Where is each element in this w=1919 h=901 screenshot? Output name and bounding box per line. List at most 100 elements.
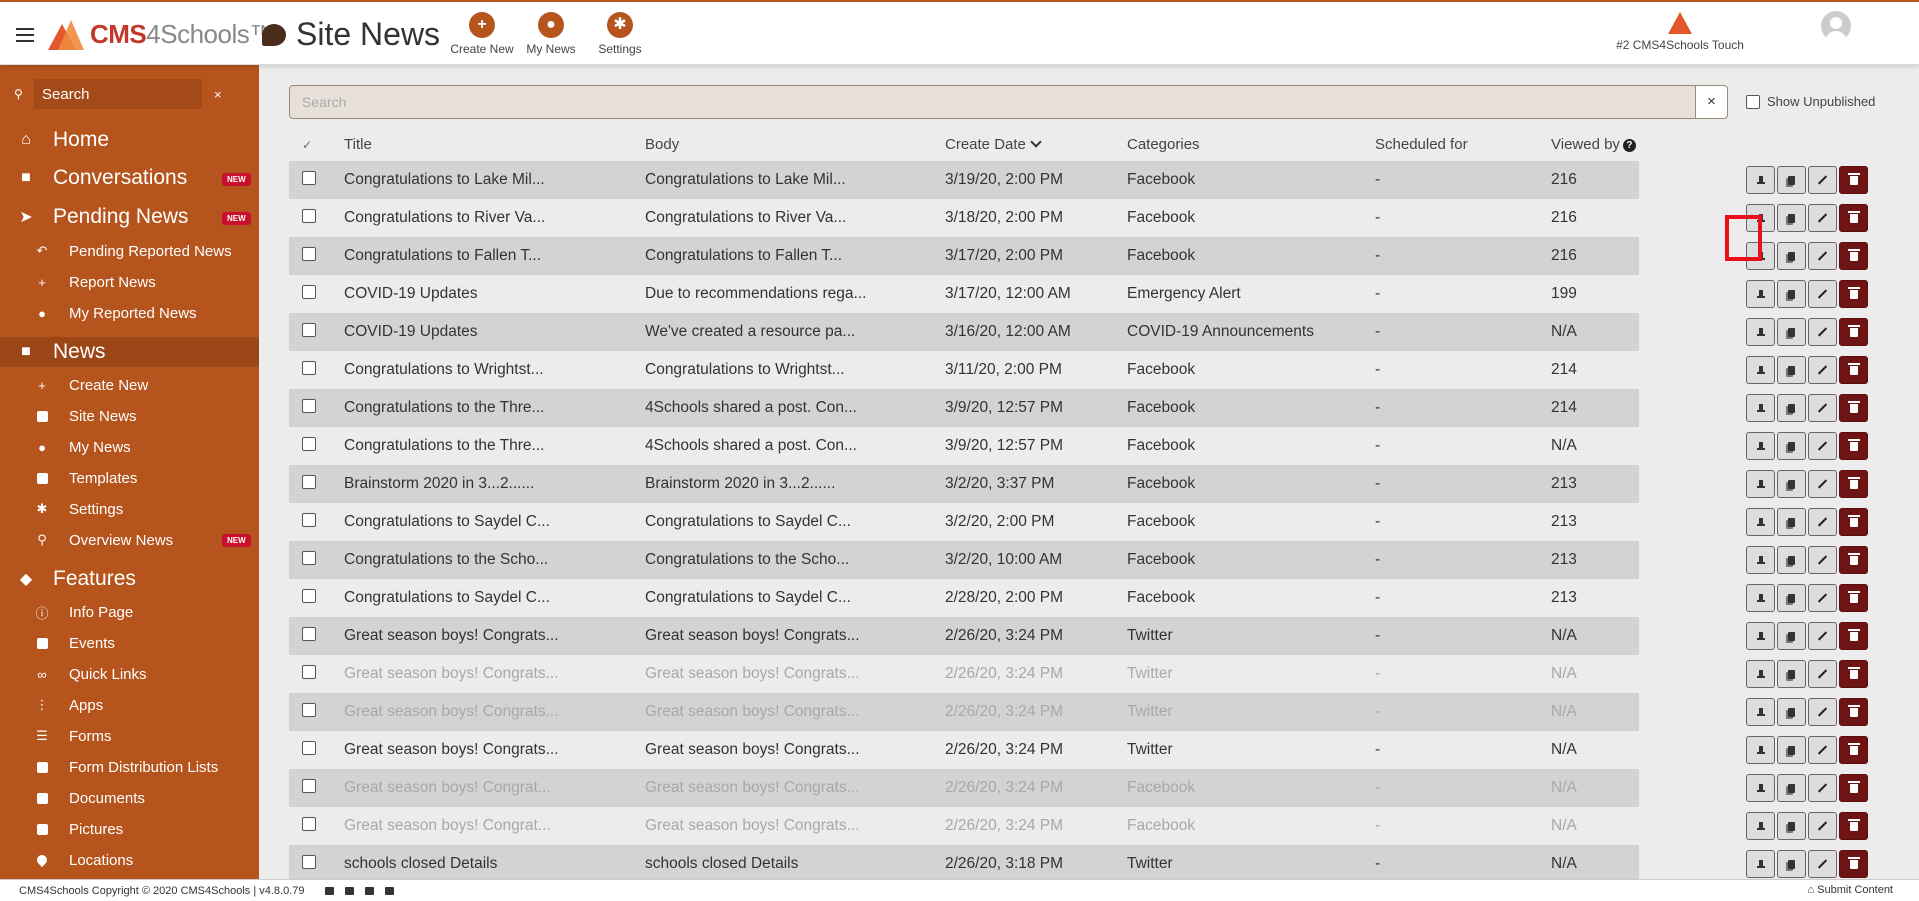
copy-button[interactable]	[1777, 204, 1806, 232]
sidebar-item-documents[interactable]: Documents	[0, 785, 259, 811]
sidebar-item-pending-reported-news[interactable]: ↶ Pending Reported News	[0, 238, 259, 264]
pin-button[interactable]	[1746, 736, 1775, 764]
delete-button[interactable]	[1839, 584, 1868, 612]
sidebar-item-locations[interactable]: Locations	[0, 847, 259, 873]
phone-icon[interactable]	[384, 886, 394, 895]
site-switcher[interactable]: #2 CMS4Schools Touch	[1600, 12, 1760, 52]
sidebar-item-site-news[interactable]: Site News	[0, 403, 259, 429]
cell-title[interactable]: Great season boys! Congrats...	[344, 665, 645, 683]
edit-button[interactable]	[1808, 584, 1837, 612]
table-row[interactable]: Great season boys! Congrats... Great seas…	[289, 731, 1639, 769]
copy-button[interactable]	[1777, 622, 1806, 650]
cell-title[interactable]: Congratulations to Saydel C...	[344, 589, 645, 607]
sidebar-item-form-distribution-lists[interactable]: Form Distribution Lists	[0, 754, 259, 780]
edit-button[interactable]	[1808, 546, 1837, 574]
table-row[interactable]: Congratulations to the Scho... Congratula…	[289, 541, 1639, 579]
row-select-checkbox[interactable]	[302, 284, 316, 299]
sidebar-item-events[interactable]: Events	[0, 630, 259, 656]
sidebar-search-input[interactable]	[34, 79, 202, 109]
edit-button[interactable]	[1808, 166, 1837, 194]
row-select-checkbox[interactable]	[302, 854, 316, 869]
select-all-checkbox[interactable]: ✓	[289, 138, 344, 152]
row-select-checkbox[interactable]	[302, 474, 316, 489]
copy-button[interactable]	[1777, 470, 1806, 498]
cell-title[interactable]: Great season boys! Congrat...	[344, 817, 645, 835]
row-select-checkbox[interactable]	[302, 512, 316, 527]
table-row[interactable]: Congratulations to the Thre... 4Schools s…	[289, 389, 1639, 427]
pin-button[interactable]	[1746, 166, 1775, 194]
row-select-checkbox[interactable]	[302, 588, 316, 603]
copy-button[interactable]	[1777, 280, 1806, 308]
row-select-checkbox[interactable]	[302, 398, 316, 413]
table-row[interactable]: Congratulations to Lake Mil... Congratula…	[289, 161, 1639, 199]
top-my-news-button[interactable]: ● My News	[511, 12, 591, 56]
row-select-checkbox[interactable]	[302, 322, 316, 337]
video-icon[interactable]	[344, 886, 354, 895]
sidebar-item-pictures[interactable]: Pictures	[0, 816, 259, 842]
pin-button[interactable]	[1746, 546, 1775, 574]
table-row[interactable]: Congratulations to Saydel C... Congratula…	[289, 503, 1639, 541]
copy-button[interactable]	[1777, 508, 1806, 536]
copy-button[interactable]	[1777, 242, 1806, 270]
table-row[interactable]: Great season boys! Congrats... Great seas…	[289, 617, 1639, 655]
table-row[interactable]: COVID-19 Updates Due to recommendations r…	[289, 275, 1639, 313]
show-unpublished-checkbox[interactable]	[1746, 94, 1760, 109]
row-select-checkbox[interactable]	[302, 436, 316, 451]
row-select-checkbox[interactable]	[302, 208, 316, 223]
cell-title[interactable]: Great season boys! Congrats...	[344, 741, 645, 759]
row-select-checkbox[interactable]	[302, 360, 316, 375]
copy-button[interactable]	[1777, 660, 1806, 688]
edit-button[interactable]	[1808, 508, 1837, 536]
news-search-input[interactable]	[290, 86, 1695, 118]
pin-button[interactable]	[1746, 774, 1775, 802]
clear-search-button[interactable]: ×	[1695, 85, 1728, 119]
pin-button[interactable]	[1746, 356, 1775, 384]
show-unpublished-toggle[interactable]: Show Unpublished	[1746, 94, 1875, 109]
edit-button[interactable]	[1808, 204, 1837, 232]
share-icon[interactable]	[364, 886, 374, 895]
pin-button[interactable]	[1746, 508, 1775, 536]
sidebar-item-info-page[interactable]: ⓘ Info Page	[0, 599, 259, 625]
copy-button[interactable]	[1777, 432, 1806, 460]
cell-title[interactable]: Great season boys! Congrat...	[344, 779, 645, 797]
lock-icon[interactable]	[324, 886, 334, 895]
pin-button[interactable]	[1746, 622, 1775, 650]
row-select-checkbox[interactable]	[302, 816, 316, 831]
copy-button[interactable]	[1777, 318, 1806, 346]
header-viewed-by[interactable]: Viewed by?	[1551, 136, 1639, 153]
user-avatar[interactable]	[1821, 11, 1851, 41]
cms4schools-logo[interactable]: CMS4Schools™	[48, 19, 275, 50]
delete-button[interactable]	[1839, 356, 1868, 384]
table-row[interactable]: Congratulations to the Thre... 4Schools s…	[289, 427, 1639, 465]
pin-button[interactable]	[1746, 394, 1775, 422]
sidebar-search-clear-icon[interactable]: ×	[214, 87, 222, 102]
edit-button[interactable]	[1808, 660, 1837, 688]
delete-button[interactable]	[1839, 432, 1868, 460]
sidebar-item-apps[interactable]: ⋮ Apps	[0, 692, 259, 718]
pin-button[interactable]	[1746, 470, 1775, 498]
edit-button[interactable]	[1808, 242, 1837, 270]
edit-button[interactable]	[1808, 736, 1837, 764]
cell-title[interactable]: Congratulations to the Thre...	[344, 437, 645, 455]
sidebar-item-overview-news[interactable]: ⚲ Overview News NEW	[0, 527, 259, 553]
row-select-checkbox[interactable]	[302, 246, 316, 261]
copy-button[interactable]	[1777, 356, 1806, 384]
copy-button[interactable]	[1777, 546, 1806, 574]
pin-button[interactable]	[1746, 318, 1775, 346]
copy-button[interactable]	[1777, 850, 1806, 878]
delete-button[interactable]	[1839, 166, 1868, 194]
edit-button[interactable]	[1808, 622, 1837, 650]
pin-button[interactable]	[1746, 850, 1775, 878]
row-select-checkbox[interactable]	[302, 740, 316, 755]
top-create-new-button[interactable]: + Create New	[442, 12, 522, 56]
copy-button[interactable]	[1777, 774, 1806, 802]
cell-title[interactable]: COVID-19 Updates	[344, 285, 645, 303]
sidebar-item-quick-links[interactable]: ∞ Quick Links	[0, 661, 259, 687]
cell-title[interactable]: Great season boys! Congrats...	[344, 627, 645, 645]
top-settings-button[interactable]: ✱ Settings	[580, 12, 660, 56]
copy-button[interactable]	[1777, 584, 1806, 612]
delete-button[interactable]	[1839, 546, 1868, 574]
pin-button[interactable]	[1746, 432, 1775, 460]
table-row[interactable]: Congratulations to Saydel C... Congratula…	[289, 579, 1639, 617]
pin-button[interactable]	[1746, 280, 1775, 308]
